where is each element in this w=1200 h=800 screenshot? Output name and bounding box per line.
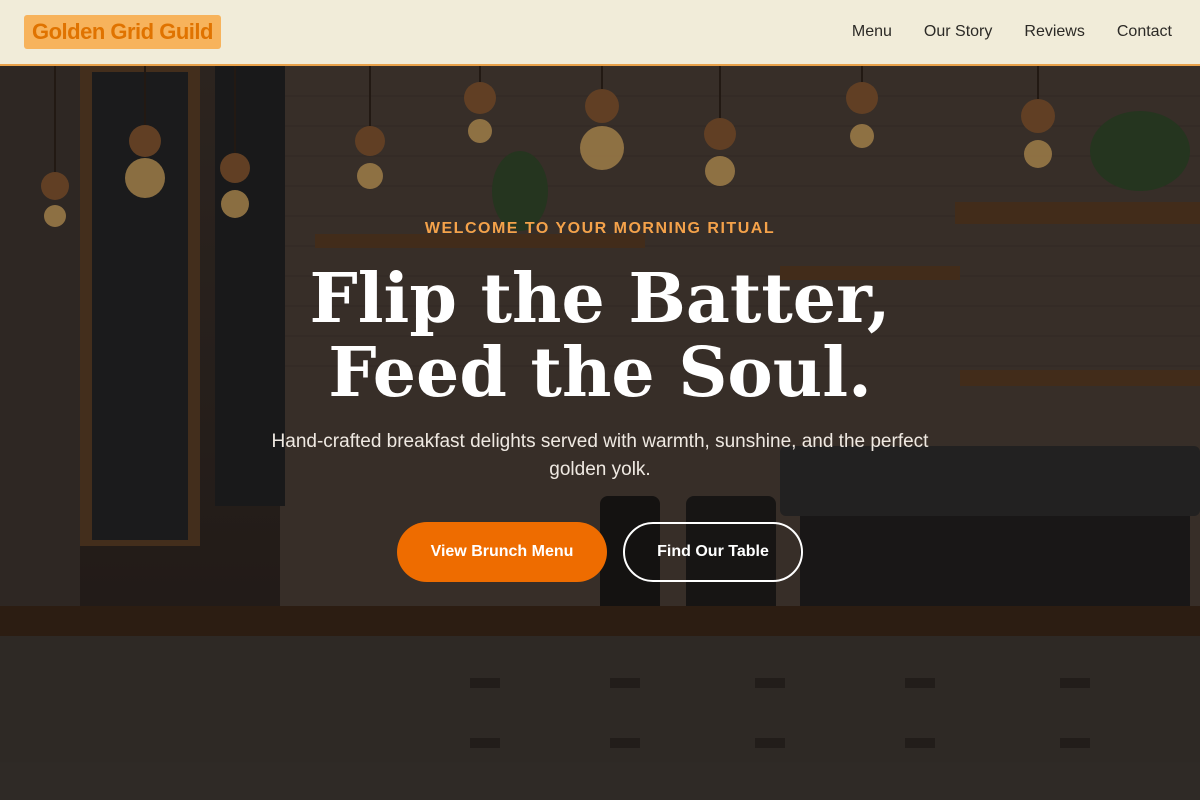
site-header: Golden Grid Guild Menu Our Story Reviews… [0,0,1200,66]
nav-menu[interactable]: Menu [852,23,892,41]
hero-title: Flip the Batter, Feed the Soul. [0,262,1200,410]
hero-title-line2: Feed the Soul. [328,333,872,413]
hero-title-line1: Flip the Batter, [309,259,891,339]
site-logo[interactable]: Golden Grid Guild [24,15,221,49]
nav-contact[interactable]: Contact [1117,23,1172,41]
nav-our-story[interactable]: Our Story [924,23,992,41]
hero-section: WELCOME TO YOUR MORNING RITUAL Flip the … [0,66,1200,800]
find-our-table-button[interactable]: Find Our Table [623,522,803,582]
main-nav: Menu Our Story Reviews Contact [852,23,1176,41]
hero-subtitle: Hand-crafted breakfast delights served w… [271,431,929,480]
view-brunch-menu-button[interactable]: View Brunch Menu [397,522,607,582]
nav-reviews[interactable]: Reviews [1024,23,1084,41]
hero-eyebrow: WELCOME TO YOUR MORNING RITUAL [424,220,776,237]
